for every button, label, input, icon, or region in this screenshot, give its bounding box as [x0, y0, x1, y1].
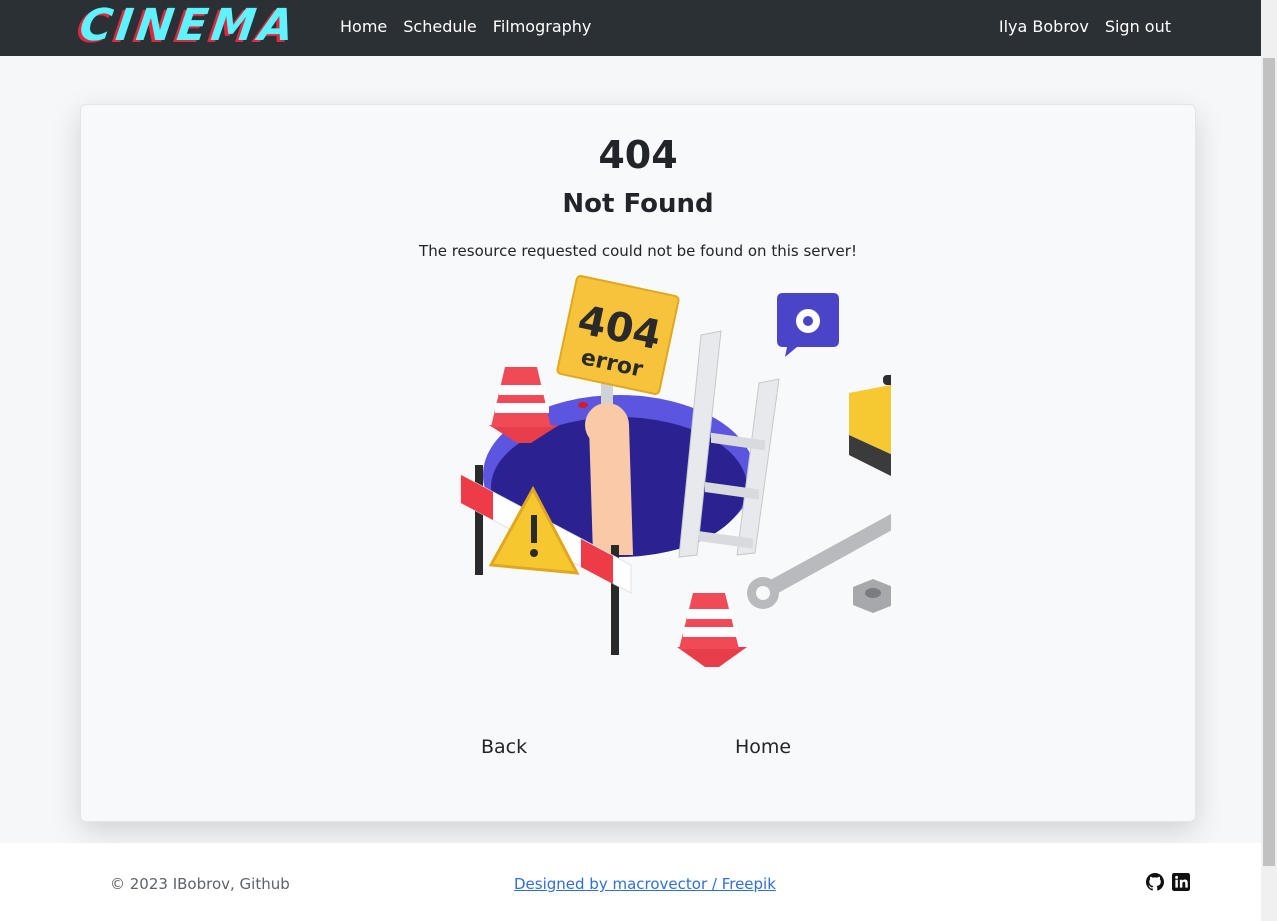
error-card: 404 Not Found The resource requested cou… — [80, 104, 1196, 822]
nav-home-link[interactable]: Home — [340, 17, 387, 37]
nav-schedule-link[interactable]: Schedule — [403, 17, 477, 37]
nav-filmography-link[interactable]: Filmography — [493, 17, 592, 37]
github-icon[interactable] — [1146, 873, 1164, 891]
error-sign: 404 error — [556, 275, 680, 395]
gear-bubble-icon — [777, 293, 839, 357]
nuts-graphic — [853, 579, 891, 613]
back-button[interactable]: Back — [475, 735, 533, 759]
error-illustration: 404 error — [460, 275, 891, 667]
toolbox-graphic — [849, 375, 891, 476]
linkedin-icon[interactable] — [1172, 873, 1190, 891]
footer-social-icons — [1146, 873, 1190, 891]
nav-links: Home Schedule Filmography — [340, 17, 591, 37]
footer: © 2023 IBobrov, Github Designed by macro… — [0, 843, 1261, 921]
brand-logo[interactable]: CINEMA — [76, 0, 301, 51]
footer-credit-link[interactable]: Designed by macrovector / Freepik — [514, 875, 776, 893]
home-button[interactable]: Home — [729, 735, 797, 759]
nav-user-links: Ilya Bobrov Sign out — [999, 17, 1171, 37]
ladder-graphic — [678, 330, 780, 558]
error-title: Not Found — [562, 189, 714, 219]
user-name-link[interactable]: Ilya Bobrov — [999, 17, 1089, 37]
scrollbar-thumb[interactable] — [1263, 58, 1275, 866]
footer-copyright[interactable]: © 2023 IBobrov, Github — [110, 875, 290, 893]
traffic-cone-bottom — [677, 593, 747, 667]
sign-out-link[interactable]: Sign out — [1105, 17, 1171, 37]
error-code: 404 — [598, 133, 678, 177]
traffic-cone-left — [489, 367, 559, 443]
error-message: The resource requested could not be foun… — [419, 242, 857, 260]
navbar: CINEMA Home Schedule Filmography Ilya Bo… — [0, 0, 1261, 56]
